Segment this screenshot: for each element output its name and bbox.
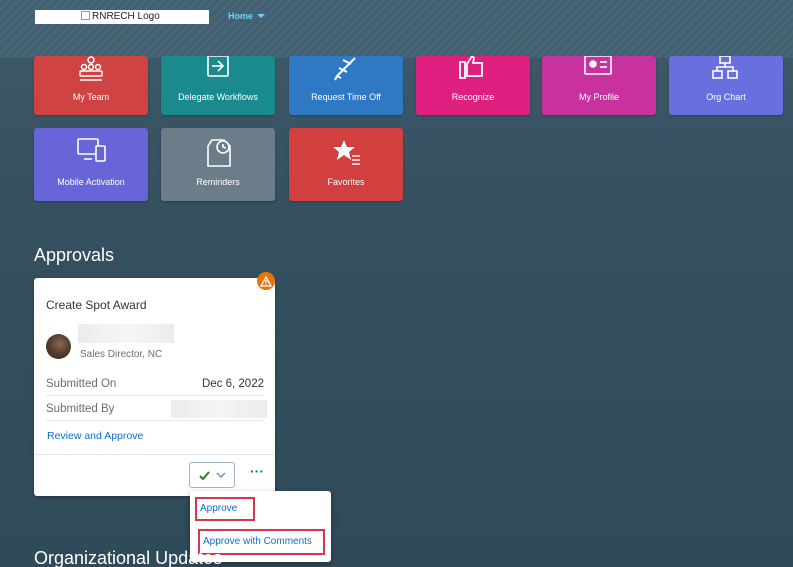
menu-item-approve[interactable]: Approve (195, 497, 255, 521)
tile-label: Org Chart (706, 92, 746, 102)
checkmark-icon (198, 470, 210, 480)
tile-delegate-workflows[interactable]: Delegate Workflows (161, 56, 275, 115)
caret-down-icon (257, 14, 266, 18)
avatar (46, 334, 71, 359)
logo-alt-text: RNRECH Logo (92, 11, 160, 22)
tile-label: Mobile Activation (57, 177, 125, 187)
home-menu-button[interactable]: Home (228, 11, 266, 21)
tile-label: My Profile (578, 92, 619, 102)
submitter-name-redacted (171, 400, 267, 418)
tile-label: Delegate Workflows (178, 92, 258, 102)
org-chart-icon (712, 56, 738, 79)
tile-recognize[interactable]: Recognize (416, 56, 530, 115)
approval-card[interactable]: Create Spot Award Sales Director, NC Sub… (34, 278, 275, 496)
card-footer-divider (34, 454, 275, 455)
team-icon (79, 56, 103, 81)
chevron-down-icon[interactable] (216, 472, 226, 478)
airplane-icon (334, 57, 356, 81)
more-options-icon[interactable]: ··· (247, 464, 267, 484)
star-list-icon (333, 140, 360, 165)
card-title: Create Spot Award (46, 298, 147, 312)
tile-label: Request Time Off (311, 92, 381, 102)
id-card-icon (584, 56, 612, 75)
requester-name-redacted (78, 324, 174, 343)
approve-split-button[interactable] (189, 462, 235, 488)
mobile-devices-icon (77, 138, 106, 162)
delegate-arrow-icon (207, 56, 229, 77)
tile-label: Favorites (327, 177, 365, 187)
submitted-by-row: Submitted By (46, 399, 267, 421)
tile-request-time-off[interactable]: Request Time Off (289, 56, 403, 115)
tile-mobile-activation[interactable]: Mobile Activation (34, 128, 148, 201)
submitted-on-label: Submitted On (46, 378, 117, 390)
thumbs-up-icon (459, 56, 483, 79)
tile-my-team[interactable]: My Team (34, 56, 148, 115)
submitted-on-row: Submitted On Dec 6, 2022 (46, 374, 264, 396)
tile-label: Recognize (451, 92, 495, 102)
warning-icon (257, 272, 275, 290)
review-and-approve-link[interactable]: Review and Approve (47, 430, 143, 442)
tile-reminders[interactable]: Reminders (161, 128, 275, 201)
organizational-updates-title: Organizational Updates (34, 548, 223, 567)
home-label: Home (228, 11, 254, 21)
tile-favorites[interactable]: Favorites (289, 128, 403, 201)
top-header (0, 0, 793, 58)
submitted-by-label: Submitted By (46, 403, 115, 415)
tile-org-chart[interactable]: Org Chart (669, 56, 783, 115)
requester-role: Sales Director, NC (80, 349, 163, 360)
tile-my-profile[interactable]: My Profile (542, 56, 656, 115)
company-logo[interactable]: RNRECH Logo (35, 10, 209, 24)
tile-label: Reminders (196, 177, 240, 187)
tile-label: My Team (72, 92, 110, 102)
clock-document-icon (207, 139, 231, 167)
approvals-section-title: Approvals (34, 245, 115, 265)
broken-image-icon (81, 11, 90, 20)
submitted-on-value: Dec 6, 2022 (201, 378, 264, 390)
